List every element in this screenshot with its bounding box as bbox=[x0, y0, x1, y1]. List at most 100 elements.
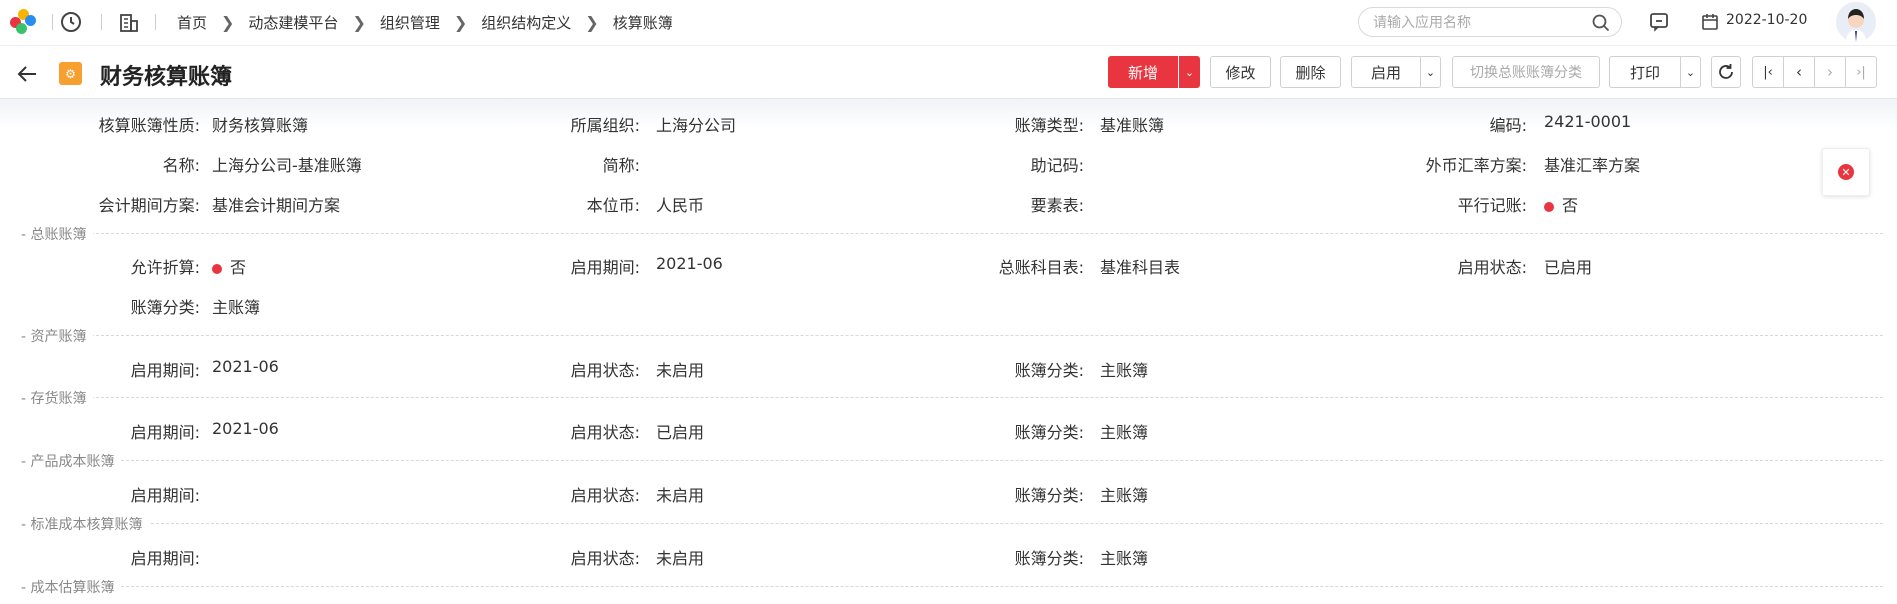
breadcrumb-item[interactable]: 动态建模平台 bbox=[248, 12, 338, 33]
field-value: 否 bbox=[230, 258, 247, 277]
divider bbox=[101, 14, 102, 30]
section-asset-ledger[interactable]: - 资产账簿 bbox=[21, 326, 1883, 346]
chevron-right-icon: ❯ bbox=[221, 12, 235, 32]
field-value: 基准会计期间方案 bbox=[212, 196, 341, 215]
field-label: 启用期间: bbox=[130, 423, 200, 442]
print-button[interactable]: 打印 bbox=[1609, 56, 1681, 88]
floating-close-button[interactable]: ✕ bbox=[1822, 148, 1870, 196]
building-icon[interactable] bbox=[116, 10, 142, 36]
field-label: 助记码: bbox=[1030, 156, 1084, 175]
section-general-ledger[interactable]: - 总账账簿 bbox=[21, 224, 1883, 244]
print-dropdown-button[interactable]: ⌄ bbox=[1680, 56, 1701, 88]
add-button[interactable]: 新增 bbox=[1108, 56, 1178, 88]
field-label: 平行记账: bbox=[1457, 196, 1527, 215]
breadcrumb-item-current: 核算账簿 bbox=[612, 13, 673, 32]
section-title[interactable]: - 成本估算账簿 bbox=[21, 577, 121, 597]
field-value: 财务核算账簿 bbox=[212, 116, 309, 135]
field-label: 账簿类型: bbox=[1014, 116, 1084, 135]
refresh-icon bbox=[1719, 64, 1733, 79]
back-arrow-icon[interactable] bbox=[14, 61, 40, 87]
switch-ledger-category-button[interactable]: 切换总账账簿分类 bbox=[1452, 56, 1600, 88]
refresh-button[interactable] bbox=[1711, 56, 1741, 88]
field-label: 要素表: bbox=[1030, 196, 1084, 215]
breadcrumb: 首页 ❯ 动态建模平台 ❯ 组织管理 ❯ 组织结构定义 ❯ 核算账簿 bbox=[177, 11, 673, 33]
enable-button[interactable]: 启用 bbox=[1351, 56, 1421, 88]
edit-button[interactable]: 修改 bbox=[1210, 56, 1271, 88]
field-value: 上海分公司 bbox=[656, 116, 737, 135]
page-title: 财务核算账簿 bbox=[100, 65, 233, 90]
section-divider bbox=[21, 586, 1883, 587]
previous-record-button[interactable]: ‹ bbox=[1783, 56, 1815, 88]
field-label: 会计期间方案: bbox=[98, 196, 200, 215]
field-label: 本位币: bbox=[586, 196, 640, 215]
section-inventory-ledger[interactable]: - 存货账簿 bbox=[21, 388, 1883, 408]
history-clock-icon[interactable] bbox=[58, 9, 84, 35]
first-page-icon: |‹ bbox=[1763, 64, 1773, 80]
section-standard-cost-ledger[interactable]: - 标准成本核算账簿 bbox=[21, 514, 1883, 534]
section-divider bbox=[21, 335, 1883, 336]
section-product-cost-ledger[interactable]: - 产品成本账簿 bbox=[21, 451, 1883, 471]
field-value: 2421-0001 bbox=[1544, 112, 1632, 131]
field-value: 主账簿 bbox=[212, 298, 261, 317]
last-record-button[interactable]: ›| bbox=[1845, 56, 1877, 88]
chevron-right-icon: › bbox=[1827, 63, 1833, 81]
section-divider bbox=[21, 523, 1883, 524]
breadcrumb-item[interactable]: 组织管理 bbox=[380, 12, 440, 33]
current-date[interactable]: 2022-10-20 bbox=[1726, 12, 1807, 28]
field-value: 已启用 bbox=[1544, 258, 1593, 277]
divider bbox=[155, 14, 156, 30]
field-label: 启用状态: bbox=[570, 423, 640, 442]
field-value: 已启用 bbox=[656, 423, 705, 442]
field-label: 账簿分类: bbox=[130, 298, 200, 317]
status-dot-icon bbox=[1544, 202, 1554, 212]
next-record-button[interactable]: › bbox=[1814, 56, 1846, 88]
section-title[interactable]: - 存货账簿 bbox=[21, 388, 93, 408]
calendar-icon[interactable] bbox=[1700, 12, 1720, 32]
field-label: 账簿分类: bbox=[1014, 549, 1084, 568]
top-bar: 首页 ❯ 动态建模平台 ❯ 组织管理 ❯ 组织结构定义 ❯ 核算账簿 2022-… bbox=[0, 0, 1897, 46]
breadcrumb-item[interactable]: 组织结构定义 bbox=[481, 12, 571, 33]
field-label: 启用期间: bbox=[570, 258, 640, 277]
field-value: 基准科目表 bbox=[1100, 258, 1181, 277]
field-label: 所属组织: bbox=[570, 116, 640, 135]
field-label: 账簿分类: bbox=[1014, 361, 1084, 380]
message-icon[interactable] bbox=[1648, 11, 1670, 33]
field-value: 主账簿 bbox=[1100, 361, 1149, 380]
field-value: 2021-06 bbox=[212, 357, 279, 376]
field-label: 启用状态: bbox=[570, 549, 640, 568]
field-value: 基准账簿 bbox=[1100, 116, 1165, 135]
section-title[interactable]: - 总账账簿 bbox=[21, 224, 93, 244]
delete-button[interactable]: 删除 bbox=[1280, 56, 1341, 88]
section-title[interactable]: - 产品成本账簿 bbox=[21, 451, 121, 471]
section-cost-estimation-ledger[interactable]: - 成本估算账簿 bbox=[21, 577, 1883, 597]
chevron-down-icon: ⌄ bbox=[1184, 65, 1195, 79]
field-label: 核算账簿性质: bbox=[98, 116, 200, 135]
field-label: 账簿分类: bbox=[1014, 486, 1084, 505]
field-label: 账簿分类: bbox=[1014, 423, 1084, 442]
search-icon[interactable] bbox=[1591, 13, 1611, 33]
field-label: 外币汇率方案: bbox=[1425, 156, 1527, 175]
app-search-box bbox=[1358, 7, 1622, 37]
chevron-right-icon: ❯ bbox=[352, 12, 366, 32]
section-title[interactable]: - 资产账簿 bbox=[21, 326, 93, 346]
field-value: 未启用 bbox=[656, 486, 705, 505]
app-logo[interactable] bbox=[10, 9, 36, 35]
chevron-down-icon: ⌄ bbox=[1425, 65, 1436, 79]
field-label: 编码: bbox=[1489, 116, 1527, 135]
field-label: 启用状态: bbox=[570, 361, 640, 380]
last-page-icon: ›| bbox=[1856, 64, 1866, 80]
chevron-right-icon: ❯ bbox=[453, 12, 468, 32]
field-value: 未启用 bbox=[656, 549, 705, 568]
add-dropdown-button[interactable]: ⌄ bbox=[1179, 56, 1200, 88]
divider bbox=[52, 14, 53, 30]
breadcrumb-item[interactable]: 首页 bbox=[177, 12, 207, 33]
first-record-button[interactable]: |‹ bbox=[1752, 56, 1784, 88]
user-avatar[interactable] bbox=[1836, 2, 1876, 42]
field-value: 2021-06 bbox=[656, 254, 723, 273]
field-value: 否 bbox=[1562, 196, 1579, 215]
section-title[interactable]: - 标准成本核算账簿 bbox=[21, 514, 149, 534]
close-circle-icon: ✕ bbox=[1838, 164, 1854, 180]
enable-dropdown-button[interactable]: ⌄ bbox=[1420, 56, 1441, 88]
field-label: 启用期间: bbox=[130, 361, 200, 380]
app-search-input[interactable] bbox=[1373, 13, 1583, 33]
